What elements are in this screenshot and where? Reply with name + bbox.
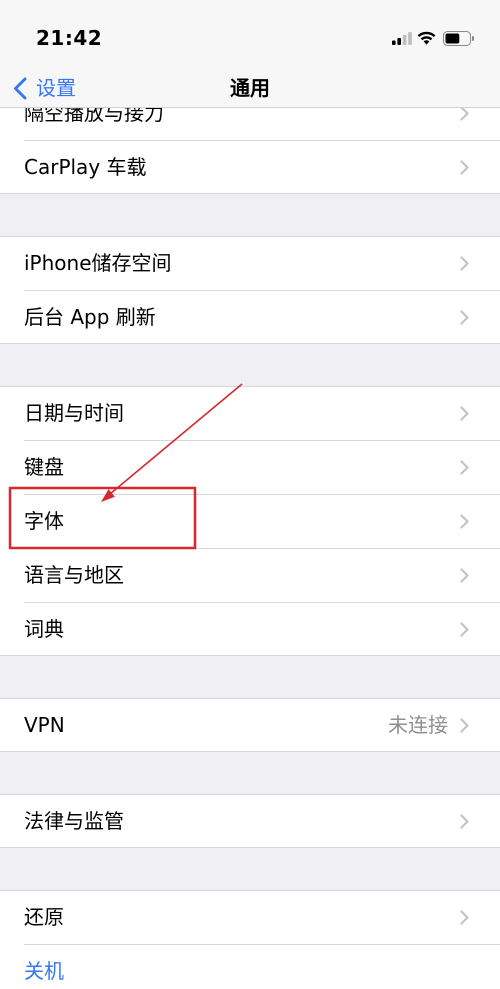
row-label: 日期与时间 (24, 401, 124, 425)
settings-row-iphone-storage[interactable]: iPhone储存空间 (0, 236, 500, 290)
settings-row-vpn[interactable]: VPN 未连接 (0, 698, 500, 752)
settings-group: 还原 关机 (0, 890, 500, 989)
chevron-right-icon (460, 513, 469, 529)
row-label: 词典 (24, 617, 64, 641)
chevron-right-icon (460, 813, 469, 829)
chevron-right-icon (460, 717, 469, 733)
row-label: 语言与地区 (24, 563, 124, 587)
wifi-icon (417, 31, 436, 45)
shut-down-label: 关机 (24, 959, 64, 983)
chevron-right-icon (460, 159, 469, 175)
chevron-right-icon (460, 309, 469, 325)
chevron-right-icon (460, 909, 469, 925)
settings-row-language-region[interactable]: 语言与地区 (0, 548, 500, 602)
signal-bar (397, 38, 401, 45)
battery-level-fill (445, 33, 460, 44)
settings-row-fonts[interactable]: 字体 (0, 494, 500, 548)
settings-row-legal-regulatory[interactable]: 法律与监管 (0, 794, 500, 848)
chevron-right-icon (460, 255, 469, 271)
settings-row-background-app-refresh[interactable]: 后台 App 刷新 (0, 290, 500, 344)
settings-row-keyboard[interactable]: 键盘 (0, 440, 500, 494)
settings-row-carplay[interactable]: CarPlay 车载 (0, 140, 500, 194)
row-label: 字体 (24, 509, 64, 533)
settings-row-reset[interactable]: 还原 (0, 890, 500, 944)
back-button-label: 设置 (36, 76, 76, 100)
row-label: 后台 App 刷新 (24, 305, 156, 329)
settings-row-dictionary[interactable]: 词典 (0, 602, 500, 656)
row-label: 法律与监管 (24, 809, 124, 833)
settings-row-date-time[interactable]: 日期与时间 (0, 386, 500, 440)
row-label: VPN (24, 713, 65, 737)
signal-bar (402, 35, 407, 45)
row-label: CarPlay 车载 (24, 155, 147, 179)
settings-group: VPN 未连接 (0, 698, 500, 752)
back-button[interactable]: 设置 (13, 76, 76, 100)
general-settings-screen: 21:42 设置 通用 隔空播放与接力 CarPlay 车载 iPhone储存空… (0, 0, 500, 989)
battery-icon (443, 31, 474, 46)
row-label: 键盘 (24, 455, 64, 479)
settings-group: iPhone储存空间 后台 App 刷新 (0, 236, 500, 344)
top-bar: 21:42 设置 通用 (0, 0, 500, 108)
chevron-left-icon (14, 77, 27, 99)
row-label: 还原 (24, 905, 64, 929)
chevron-right-icon (460, 567, 469, 583)
page-title: 通用 (230, 76, 270, 100)
settings-group: 日期与时间 键盘 字体 语言与地区 词典 (0, 386, 500, 656)
vpn-status-value: 未连接 (388, 713, 448, 737)
chevron-right-icon (460, 405, 469, 421)
signal-bar (408, 32, 412, 45)
settings-list: 隔空播放与接力 CarPlay 车载 iPhone储存空间 后台 App 刷新 … (0, 86, 500, 989)
chevron-right-icon (460, 459, 469, 475)
signal-bar (392, 40, 396, 45)
chevron-right-icon (460, 621, 469, 637)
row-label: iPhone储存空间 (24, 251, 172, 275)
shut-down-button[interactable]: 关机 (0, 944, 500, 989)
cellular-signal-icon (392, 32, 412, 45)
settings-group: 法律与监管 (0, 794, 500, 848)
status-time: 21:42 (36, 26, 103, 50)
